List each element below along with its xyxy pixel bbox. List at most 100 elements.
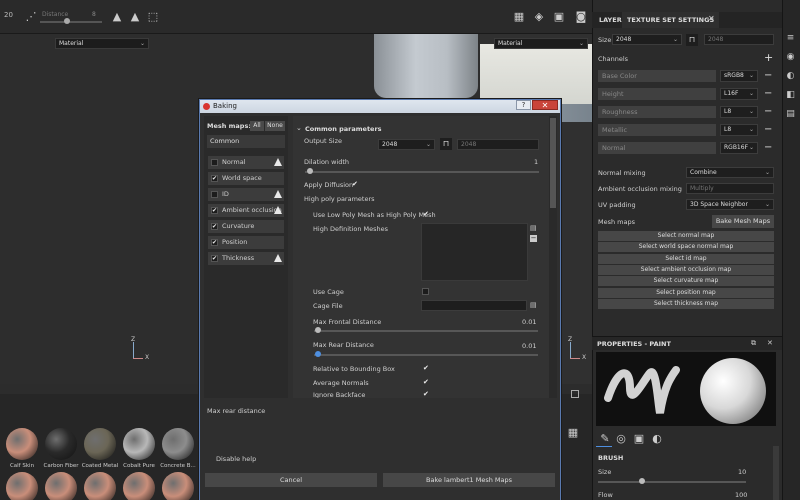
mesh-map-item[interactable]: ✔ Curvature	[208, 220, 284, 233]
undock-icon[interactable]: ⧉	[751, 339, 756, 348]
mesh-map-checkbox[interactable]: ✔	[211, 239, 218, 246]
mirror-alt-icon[interactable]: ▲	[128, 10, 142, 24]
relative-bbox-checkbox[interactable]: ✔	[423, 365, 430, 372]
mesh-map-item[interactable]: ID	[208, 188, 284, 201]
mesh-map-item[interactable]: ✔ Ambient occlusion	[208, 204, 284, 217]
bake-mesh-maps-button[interactable]: Bake Mesh Maps	[712, 215, 774, 228]
output-size-lock-icon[interactable]: ⊓	[440, 138, 452, 150]
environment-icon[interactable]: ▣	[552, 10, 566, 24]
brush-size-number[interactable]: 10	[738, 468, 746, 476]
lock-icon[interactable]: ⊓	[686, 34, 698, 46]
material-ball[interactable]	[45, 472, 77, 500]
symmetry-icon[interactable]: ⋰	[24, 10, 38, 24]
material-ball[interactable]	[123, 472, 155, 500]
material-ball[interactable]	[84, 428, 116, 460]
remove-channel-icon[interactable]: −	[764, 106, 772, 118]
mesh-map-item[interactable]: ✔ Position	[208, 236, 284, 249]
camera-icon[interactable]: ◙	[574, 10, 588, 24]
mirror-icon[interactable]: ▲	[110, 10, 124, 24]
material-ball[interactable]	[84, 472, 116, 500]
parameters-scrollbar-thumb[interactable]	[550, 118, 556, 208]
channel-format-select[interactable]: RGB16F ⌄	[720, 142, 758, 154]
alpha-tab-icon[interactable]: ◎	[614, 432, 628, 446]
view-mode-icon[interactable]: ▦	[512, 10, 526, 24]
channel-format-select[interactable]: L16F ⌄	[720, 88, 758, 100]
material-tab-icon[interactable]: ◐	[650, 432, 664, 446]
material-ball[interactable]	[162, 428, 194, 460]
layers-panel-icon[interactable]: ≡	[785, 33, 796, 44]
select-all-button[interactable]: All	[250, 121, 264, 131]
bake-button[interactable]: Bake lambert1 Mesh Maps	[383, 473, 555, 487]
normal-mixing-select[interactable]: Combine ⌄	[686, 167, 774, 178]
material-ball[interactable]	[123, 428, 155, 460]
select-map-button[interactable]: Select ambient occlusion map	[598, 264, 774, 275]
select-map-button[interactable]: Select id map	[598, 253, 774, 264]
material-ball[interactable]	[45, 428, 77, 460]
mesh-map-item[interactable]: ✔World space normal	[208, 172, 284, 195]
select-none-button[interactable]: None	[265, 121, 285, 131]
remove-channel-icon[interactable]: −	[764, 124, 772, 136]
select-map-button[interactable]: Select curvature map	[598, 276, 774, 287]
brush-flow-number[interactable]: 100	[735, 491, 747, 499]
stencil-tab-icon[interactable]: ▣	[632, 432, 646, 446]
remove-mesh-icon[interactable]: −	[530, 235, 537, 242]
help-button[interactable]: ?	[516, 100, 531, 110]
browse-file-icon[interactable]: ▤	[530, 301, 537, 309]
close-dialog-button[interactable]: ✕	[532, 100, 558, 110]
channel-format-select[interactable]: L8 ⌄	[720, 106, 758, 118]
use-low-poly-checkbox[interactable]: ✔	[423, 211, 430, 218]
collapse-chevron-icon[interactable]: ⌄	[296, 124, 302, 132]
dilation-width-slider-knob[interactable]	[306, 168, 313, 174]
mesh-map-checkbox[interactable]	[211, 159, 218, 166]
channel-format-select[interactable]: sRGB8 ⌄	[720, 70, 758, 82]
add-mesh-file-icon[interactable]: ▤	[530, 224, 537, 232]
dialog-title-bar[interactable]	[200, 100, 560, 113]
distance-slider[interactable]	[40, 21, 102, 23]
mesh-map-checkbox[interactable]: ✔	[211, 207, 218, 214]
select-map-button[interactable]: Select world space normal map	[598, 242, 774, 253]
size-select[interactable]: 2048 ⌄	[612, 34, 682, 45]
shelf-grid-view-icon[interactable]: ▦	[566, 426, 580, 440]
output-size-select[interactable]: 2048 ⌄	[378, 139, 435, 150]
dilation-width-value[interactable]: 1	[534, 158, 538, 166]
properties-scrollbar[interactable]	[773, 446, 779, 500]
remove-channel-icon[interactable]: −	[764, 70, 772, 82]
brush-tab-icon[interactable]: ✎	[598, 432, 612, 446]
hd-meshes-list[interactable]	[421, 223, 528, 281]
remove-channel-icon[interactable]: −	[764, 88, 772, 100]
mesh-map-checkbox[interactable]: ✔	[211, 255, 218, 262]
material-ball[interactable]	[162, 472, 194, 500]
distance-slider-knob[interactable]	[64, 18, 70, 24]
shelf-maximize-icon[interactable]	[571, 390, 579, 398]
grid-snap-icon[interactable]: ⬚	[146, 10, 160, 24]
use-cage-checkbox[interactable]	[422, 288, 429, 295]
ignore-backface-checkbox[interactable]: ✔	[423, 391, 430, 398]
dilation-width-slider[interactable]	[305, 171, 539, 173]
remove-channel-icon[interactable]: −	[764, 142, 772, 154]
max-frontal-distance-value[interactable]: 0.01	[522, 318, 536, 326]
close-properties-icon[interactable]: ✕	[767, 339, 773, 347]
cage-file-field[interactable]	[421, 300, 527, 311]
mesh-map-checkbox[interactable]: ✔	[211, 175, 218, 182]
uv-padding-select[interactable]: 3D Space Neighbor ⌄	[686, 199, 774, 210]
add-channel-icon[interactable]: +	[764, 51, 773, 64]
mesh-map-item[interactable]: ✔ Thickness	[208, 252, 284, 265]
material-ball[interactable]	[6, 472, 38, 500]
common-item[interactable]: Common	[207, 135, 285, 148]
cube-view-icon[interactable]: ◈	[532, 10, 546, 24]
history-panel-icon[interactable]: ◧	[785, 90, 796, 101]
viewport-material-select[interactable]: Material ⌄	[55, 38, 149, 49]
disable-help-link[interactable]: Disable help	[216, 455, 256, 463]
max-rear-distance-slider[interactable]	[314, 354, 538, 356]
cancel-button[interactable]: Cancel	[205, 473, 377, 487]
brush-size-slider[interactable]	[598, 481, 746, 483]
select-map-button[interactable]: Select thickness map	[598, 298, 774, 309]
average-normals-checkbox[interactable]: ✔	[423, 379, 430, 386]
mesh-map-item[interactable]: Normal	[208, 156, 284, 169]
mesh-map-checkbox[interactable]: ✔	[211, 223, 218, 230]
display-panel-icon[interactable]: ◐	[785, 71, 796, 82]
mesh-map-checkbox[interactable]	[211, 191, 218, 198]
tab-texture-set-settings[interactable]: TEXTURE SET SETTINGS	[622, 12, 720, 28]
log-panel-icon[interactable]: ▤	[785, 109, 796, 120]
close-tab-icon[interactable]: ✕	[708, 14, 715, 23]
